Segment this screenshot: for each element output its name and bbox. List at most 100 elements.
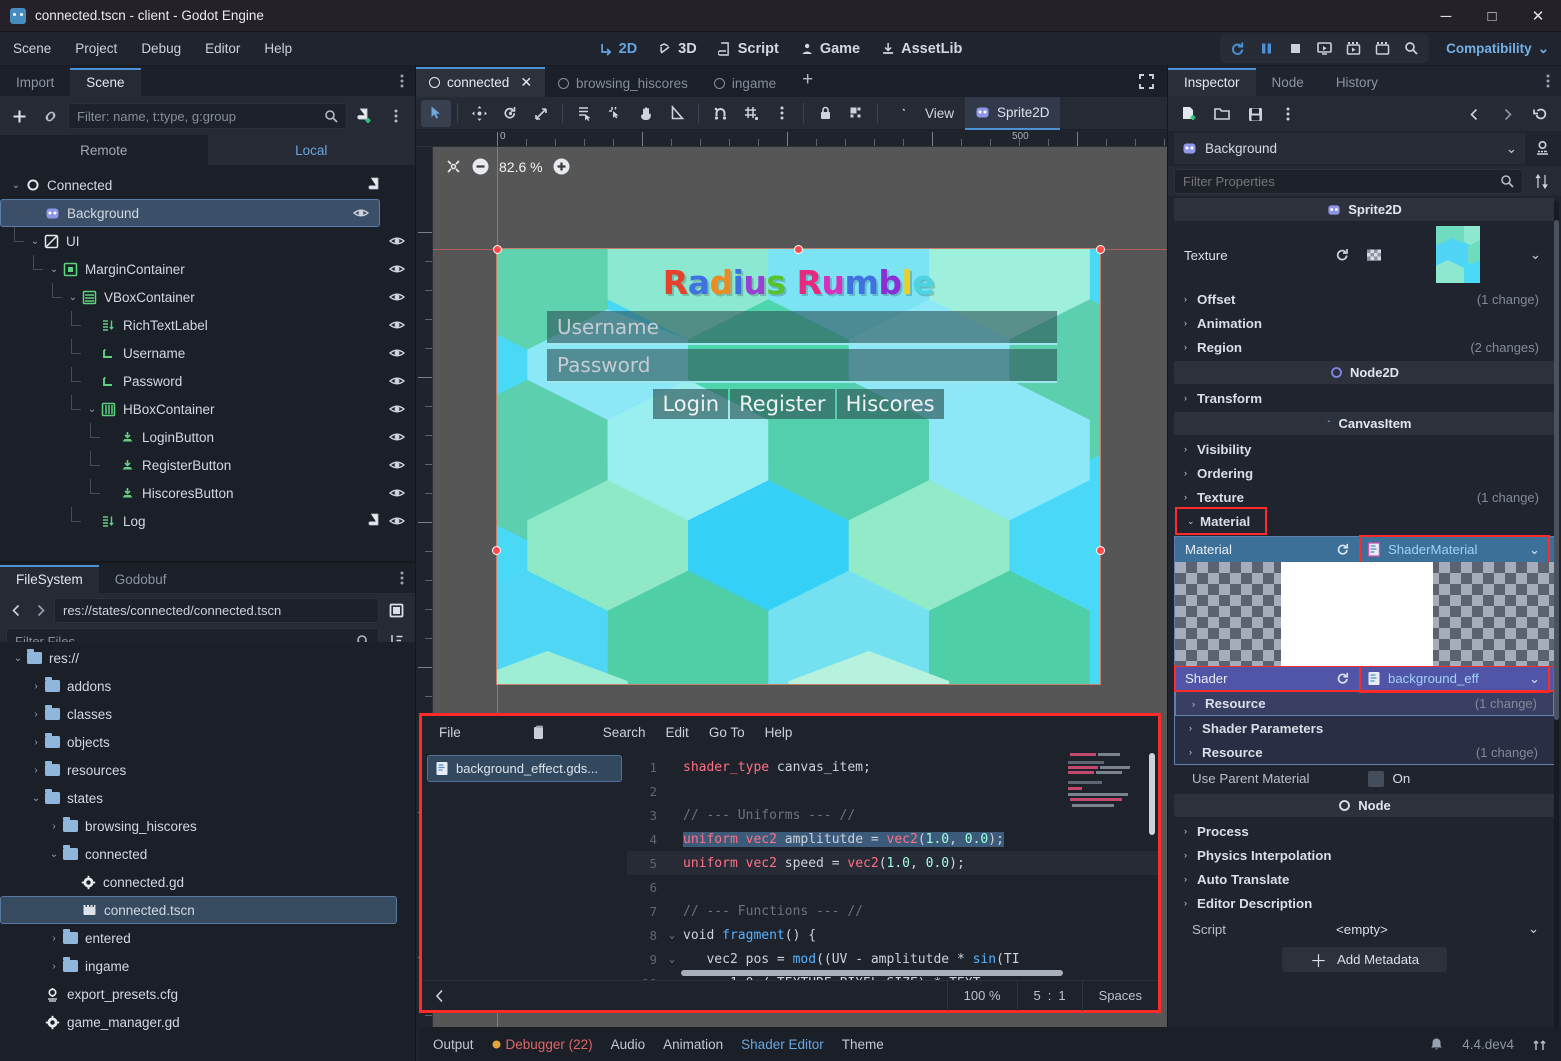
hiscores-button[interactable]: Hiscores xyxy=(836,389,944,419)
visibility-toggle-icon[interactable] xyxy=(389,513,405,529)
inspector-forward-icon[interactable] xyxy=(1494,101,1520,127)
node-property-rows[interactable]: › Process › Physics Interpolation › Auto Tran… xyxy=(1174,819,1555,915)
code-line[interactable]: 6 xyxy=(627,875,1158,899)
filesystem-tree[interactable]: ⌄ res:// › addons › classes › objects › resources… xyxy=(0,642,415,1061)
visibility-toggle-icon[interactable] xyxy=(389,317,405,333)
chevron-down-icon[interactable]: ⌄ xyxy=(1528,921,1539,937)
scene-filter-input[interactable] xyxy=(77,108,324,124)
bottom-tab-animation[interactable]: Animation xyxy=(663,1037,723,1052)
tab-filesystem[interactable]: FileSystem xyxy=(0,565,99,593)
visibility-toggle-icon[interactable] xyxy=(353,205,369,221)
movie-maker-icon[interactable] xyxy=(1340,36,1367,61)
chevron-down-icon[interactable]: ⌄ xyxy=(1506,141,1517,157)
reset-icon[interactable] xyxy=(1335,671,1351,687)
code-horizontal-scrollbar[interactable] xyxy=(681,970,1063,976)
run-current-scene-icon[interactable] xyxy=(1311,36,1338,61)
tree-twist-icon[interactable]: ⌄ xyxy=(8,177,24,193)
tree-twist-icon[interactable] xyxy=(84,317,100,333)
code-line[interactable]: 5 uniform vec2 speed = vec2(1.0, 0.0); xyxy=(627,851,1158,875)
forward-icon[interactable] xyxy=(30,598,50,624)
list-select-icon[interactable] xyxy=(569,100,599,127)
remote-debug-icon[interactable] xyxy=(1369,36,1396,61)
shader-file-list[interactable]: background_effect.gds... xyxy=(422,749,627,980)
scene-filter-box[interactable] xyxy=(68,103,347,129)
scene-tree-item[interactable]: Username xyxy=(0,339,415,367)
bottom-tab-debugger[interactable]: Debugger (22) xyxy=(492,1037,593,1052)
pan-tool-icon[interactable] xyxy=(631,100,661,127)
tree-twist-icon[interactable]: › xyxy=(46,818,62,834)
scene-tab-browsing-hiscores[interactable]: browsing_hiscores xyxy=(545,71,701,97)
tree-twist-icon[interactable]: › xyxy=(28,734,44,750)
selection-handle-r[interactable] xyxy=(1096,546,1105,555)
tree-twist-icon[interactable] xyxy=(103,457,119,473)
scene-tree-item[interactable]: ⌄ VBoxContainer xyxy=(0,283,415,311)
scene-tree-item[interactable]: RichTextLabel xyxy=(0,311,415,339)
bottom-tab-shader-editor[interactable]: Shader Editor xyxy=(741,1037,824,1052)
shader-value-button[interactable]: background_eff ⌄ xyxy=(1359,664,1550,693)
inspector-filter-box[interactable] xyxy=(1174,168,1523,194)
tree-twist-icon[interactable]: ⌄ xyxy=(28,790,44,806)
tab-scene[interactable]: Scene xyxy=(70,68,141,96)
tree-twist-icon[interactable] xyxy=(65,902,81,918)
game-scene-render[interactable]: Radius Rumble Username Password Login Re… xyxy=(496,248,1101,685)
inspector-property-rows[interactable]: › Offset (1 change) › Animation › Region (2 cha… xyxy=(1174,287,1555,509)
property-transform[interactable]: › Transform xyxy=(1174,386,1555,410)
property-visibility[interactable]: › Visibility xyxy=(1174,437,1555,461)
add-node-button[interactable] xyxy=(6,103,32,129)
shader-menu-edit[interactable]: Edit xyxy=(657,721,698,744)
center-view-icon[interactable] xyxy=(445,158,462,175)
tree-twist-icon[interactable]: › xyxy=(46,930,62,946)
selection-handle-l[interactable] xyxy=(492,546,501,555)
code-fold-icon[interactable]: ⌄ xyxy=(669,930,683,941)
tree-twist-icon[interactable] xyxy=(84,373,100,389)
scene-tree-item[interactable]: LoginButton xyxy=(0,423,415,451)
node-type-button[interactable]: Sprite2D xyxy=(965,96,1060,130)
create-script-button[interactable] xyxy=(352,103,378,129)
back-icon[interactable] xyxy=(6,598,26,624)
attached-script-icon[interactable] xyxy=(367,177,381,193)
property-editor-description[interactable]: › Editor Description xyxy=(1174,891,1555,915)
resource-menu-icon[interactable] xyxy=(1275,101,1301,127)
visibility-toggle-icon[interactable] xyxy=(389,485,405,501)
inspector-dock-menu-icon[interactable] xyxy=(1541,72,1555,90)
property-tools-icon[interactable] xyxy=(1529,168,1555,194)
distraction-free-mode-button[interactable] xyxy=(1138,73,1155,90)
material-value-button[interactable]: ShaderMaterial ⌄ xyxy=(1359,535,1550,564)
close-icon[interactable]: ✕ xyxy=(520,74,532,91)
filesystem-dock-menu-icon[interactable] xyxy=(395,569,409,587)
password-field[interactable]: Password xyxy=(547,349,1057,383)
tab-node[interactable]: Node xyxy=(1256,70,1320,96)
property-physics-interpolation[interactable]: › Physics Interpolation xyxy=(1174,843,1555,867)
shader-menu-help[interactable]: Help xyxy=(756,721,802,744)
toggle-split-mode-icon[interactable] xyxy=(383,598,409,624)
texture-preview[interactable] xyxy=(1436,226,1480,283)
code-line[interactable]: 8 ⌄ void fragment() { xyxy=(627,923,1158,947)
save-resource-icon[interactable] xyxy=(1242,101,1268,127)
visibility-toggle-icon[interactable] xyxy=(389,401,405,417)
use-parent-material-toggle[interactable] xyxy=(1367,770,1384,787)
open-docs-icon[interactable] xyxy=(1529,136,1555,162)
visibility-toggle-icon[interactable] xyxy=(389,429,405,445)
zoom-level[interactable]: 82.6 % xyxy=(499,159,543,175)
grid-snap-icon[interactable] xyxy=(736,100,766,127)
tree-twist-icon[interactable]: ⌄ xyxy=(46,261,62,277)
visibility-toggle-icon[interactable] xyxy=(389,233,405,249)
tree-twist-icon[interactable]: ⌄ xyxy=(27,233,43,249)
use-parent-material-row[interactable]: Use Parent Material On xyxy=(1174,765,1555,792)
code-vertical-scrollbar[interactable] xyxy=(1149,753,1155,835)
property-texture[interactable]: › Texture (1 change) xyxy=(1174,485,1555,509)
file-tree-item[interactable]: ⌄ res:// xyxy=(0,644,415,672)
mode-script[interactable]: Script xyxy=(709,37,788,61)
selection-handle-t[interactable] xyxy=(794,245,803,254)
expand-bottom-panel-icon[interactable] xyxy=(1532,1037,1547,1052)
visibility-toggle-icon[interactable] xyxy=(389,261,405,277)
file-tree-item[interactable]: ⌄ states xyxy=(0,784,415,812)
instantiate-scene-button[interactable] xyxy=(37,103,63,129)
menu-debug[interactable]: Debug xyxy=(130,37,192,60)
shader-code-editor[interactable]: 1 shader_type canvas_item; 2 3 // --- Unifor… xyxy=(627,749,1158,980)
inspector-properties[interactable]: Sprite2D Texture ⌄ › Offset (1 change) › Ani… xyxy=(1168,196,1561,1061)
pause-icon[interactable] xyxy=(1253,36,1280,61)
scene-tree-item[interactable]: ⌄ MarginContainer xyxy=(0,255,415,283)
file-tree-item[interactable]: connected.gd xyxy=(0,868,415,896)
open-resource-icon[interactable] xyxy=(1209,101,1235,127)
